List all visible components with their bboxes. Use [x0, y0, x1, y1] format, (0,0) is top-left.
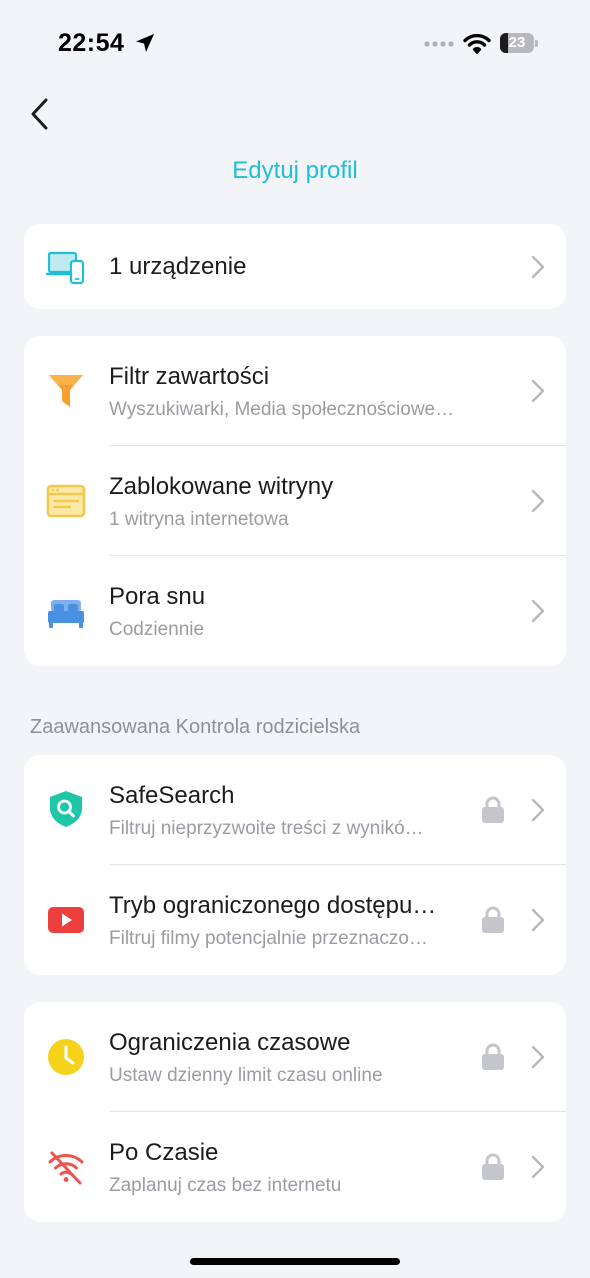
- wifi-icon: [463, 33, 491, 54]
- back-button[interactable]: [22, 92, 62, 136]
- shield-search-icon: [50, 791, 82, 827]
- offtime-subtitle: Zaplanuj czas bez internetu: [109, 1175, 342, 1196]
- chevron-right-icon: [531, 798, 545, 822]
- clock-icon: [48, 1039, 84, 1075]
- home-indicator: [190, 1258, 400, 1265]
- status-time: 22:54: [58, 29, 125, 57]
- time-limits-subtitle: Ustaw dzienny limit czasu online: [109, 1065, 383, 1086]
- lock-icon: [482, 796, 504, 823]
- list-item-blocked-sites[interactable]: Zablokowane witryny 1 witryna internetow…: [24, 446, 566, 556]
- list-item-offtime[interactable]: Po Czasie Zaplanuj czas bez internetu: [24, 1112, 566, 1222]
- safesearch-title: SafeSearch: [109, 782, 235, 809]
- page-title: Edytuj profil: [232, 157, 358, 184]
- youtube-icon: [48, 907, 84, 933]
- cellular-signal-icon: [424, 41, 454, 47]
- list-item-restricted-mode[interactable]: Tryb ograniczonego dostępu… Filtruj film…: [24, 865, 566, 975]
- list-item-content-filter[interactable]: Filtr zawartości Wyszukiwarki, Media spo…: [24, 336, 566, 446]
- content-filter-subtitle: Wyszukiwarki, Media społecznościowe…: [109, 399, 455, 420]
- list-item-bedtime[interactable]: Pora snu Codziennie: [24, 556, 566, 666]
- chevron-right-icon: [531, 1045, 545, 1069]
- filter-icon: [49, 375, 83, 407]
- chevron-right-icon: [531, 599, 545, 623]
- controls-card: Filtr zawartości Wyszukiwarki, Media spo…: [24, 336, 566, 666]
- lock-icon: [482, 1153, 504, 1180]
- battery-level: 23: [508, 34, 526, 51]
- location-arrow-icon: [136, 34, 154, 52]
- restricted-mode-subtitle: Filtruj filmy potencjalnie przeznaczo…: [109, 928, 428, 949]
- blocked-sites-subtitle: 1 witryna internetowa: [109, 509, 289, 530]
- safesearch-subtitle: Filtruj nieprzyzwoite treści z wynikó…: [109, 818, 424, 839]
- blocked-sites-title: Zablokowane witryny: [109, 473, 334, 500]
- lock-icon: [482, 906, 504, 933]
- restricted-mode-title: Tryb ograniczonego dostępu…: [109, 892, 437, 919]
- time-limits-title: Ograniczenia czasowe: [109, 1029, 351, 1056]
- devices-card: 1 urządzenie: [24, 224, 566, 309]
- chevron-right-icon: [531, 255, 545, 279]
- bedtime-title: Pora snu: [109, 583, 206, 610]
- chevron-right-icon: [531, 1155, 545, 1179]
- battery-indicator: 23: [500, 33, 538, 53]
- list-item-safesearch[interactable]: SafeSearch Filtruj nieprzyzwoite treści …: [24, 755, 566, 865]
- devices-row[interactable]: 1 urządzenie: [24, 224, 566, 309]
- section-label-advanced: Zaawansowana Kontrola rodzicielska: [30, 716, 361, 738]
- status-bar: 22:54 23: [0, 0, 590, 88]
- list-item-time-limits[interactable]: Ograniczenia czasowe Ustaw dzienny limit…: [24, 1002, 566, 1112]
- devices-label: 1 urządzenie: [109, 253, 247, 280]
- time-controls-card: Ograniczenia czasowe Ustaw dzienny limit…: [24, 1002, 566, 1222]
- chevron-right-icon: [531, 908, 545, 932]
- content-filter-title: Filtr zawartości: [109, 363, 270, 390]
- wifi-off-icon: [48, 1151, 84, 1185]
- lock-icon: [482, 1043, 504, 1070]
- browser-window-icon: [46, 484, 86, 518]
- offtime-title: Po Czasie: [109, 1139, 219, 1166]
- bed-icon: [48, 600, 84, 628]
- chevron-right-icon: [531, 379, 545, 403]
- bedtime-subtitle: Codziennie: [109, 619, 205, 640]
- devices-icon: [46, 251, 85, 285]
- chevron-right-icon: [531, 489, 545, 513]
- advanced-card: SafeSearch Filtruj nieprzyzwoite treści …: [24, 755, 566, 975]
